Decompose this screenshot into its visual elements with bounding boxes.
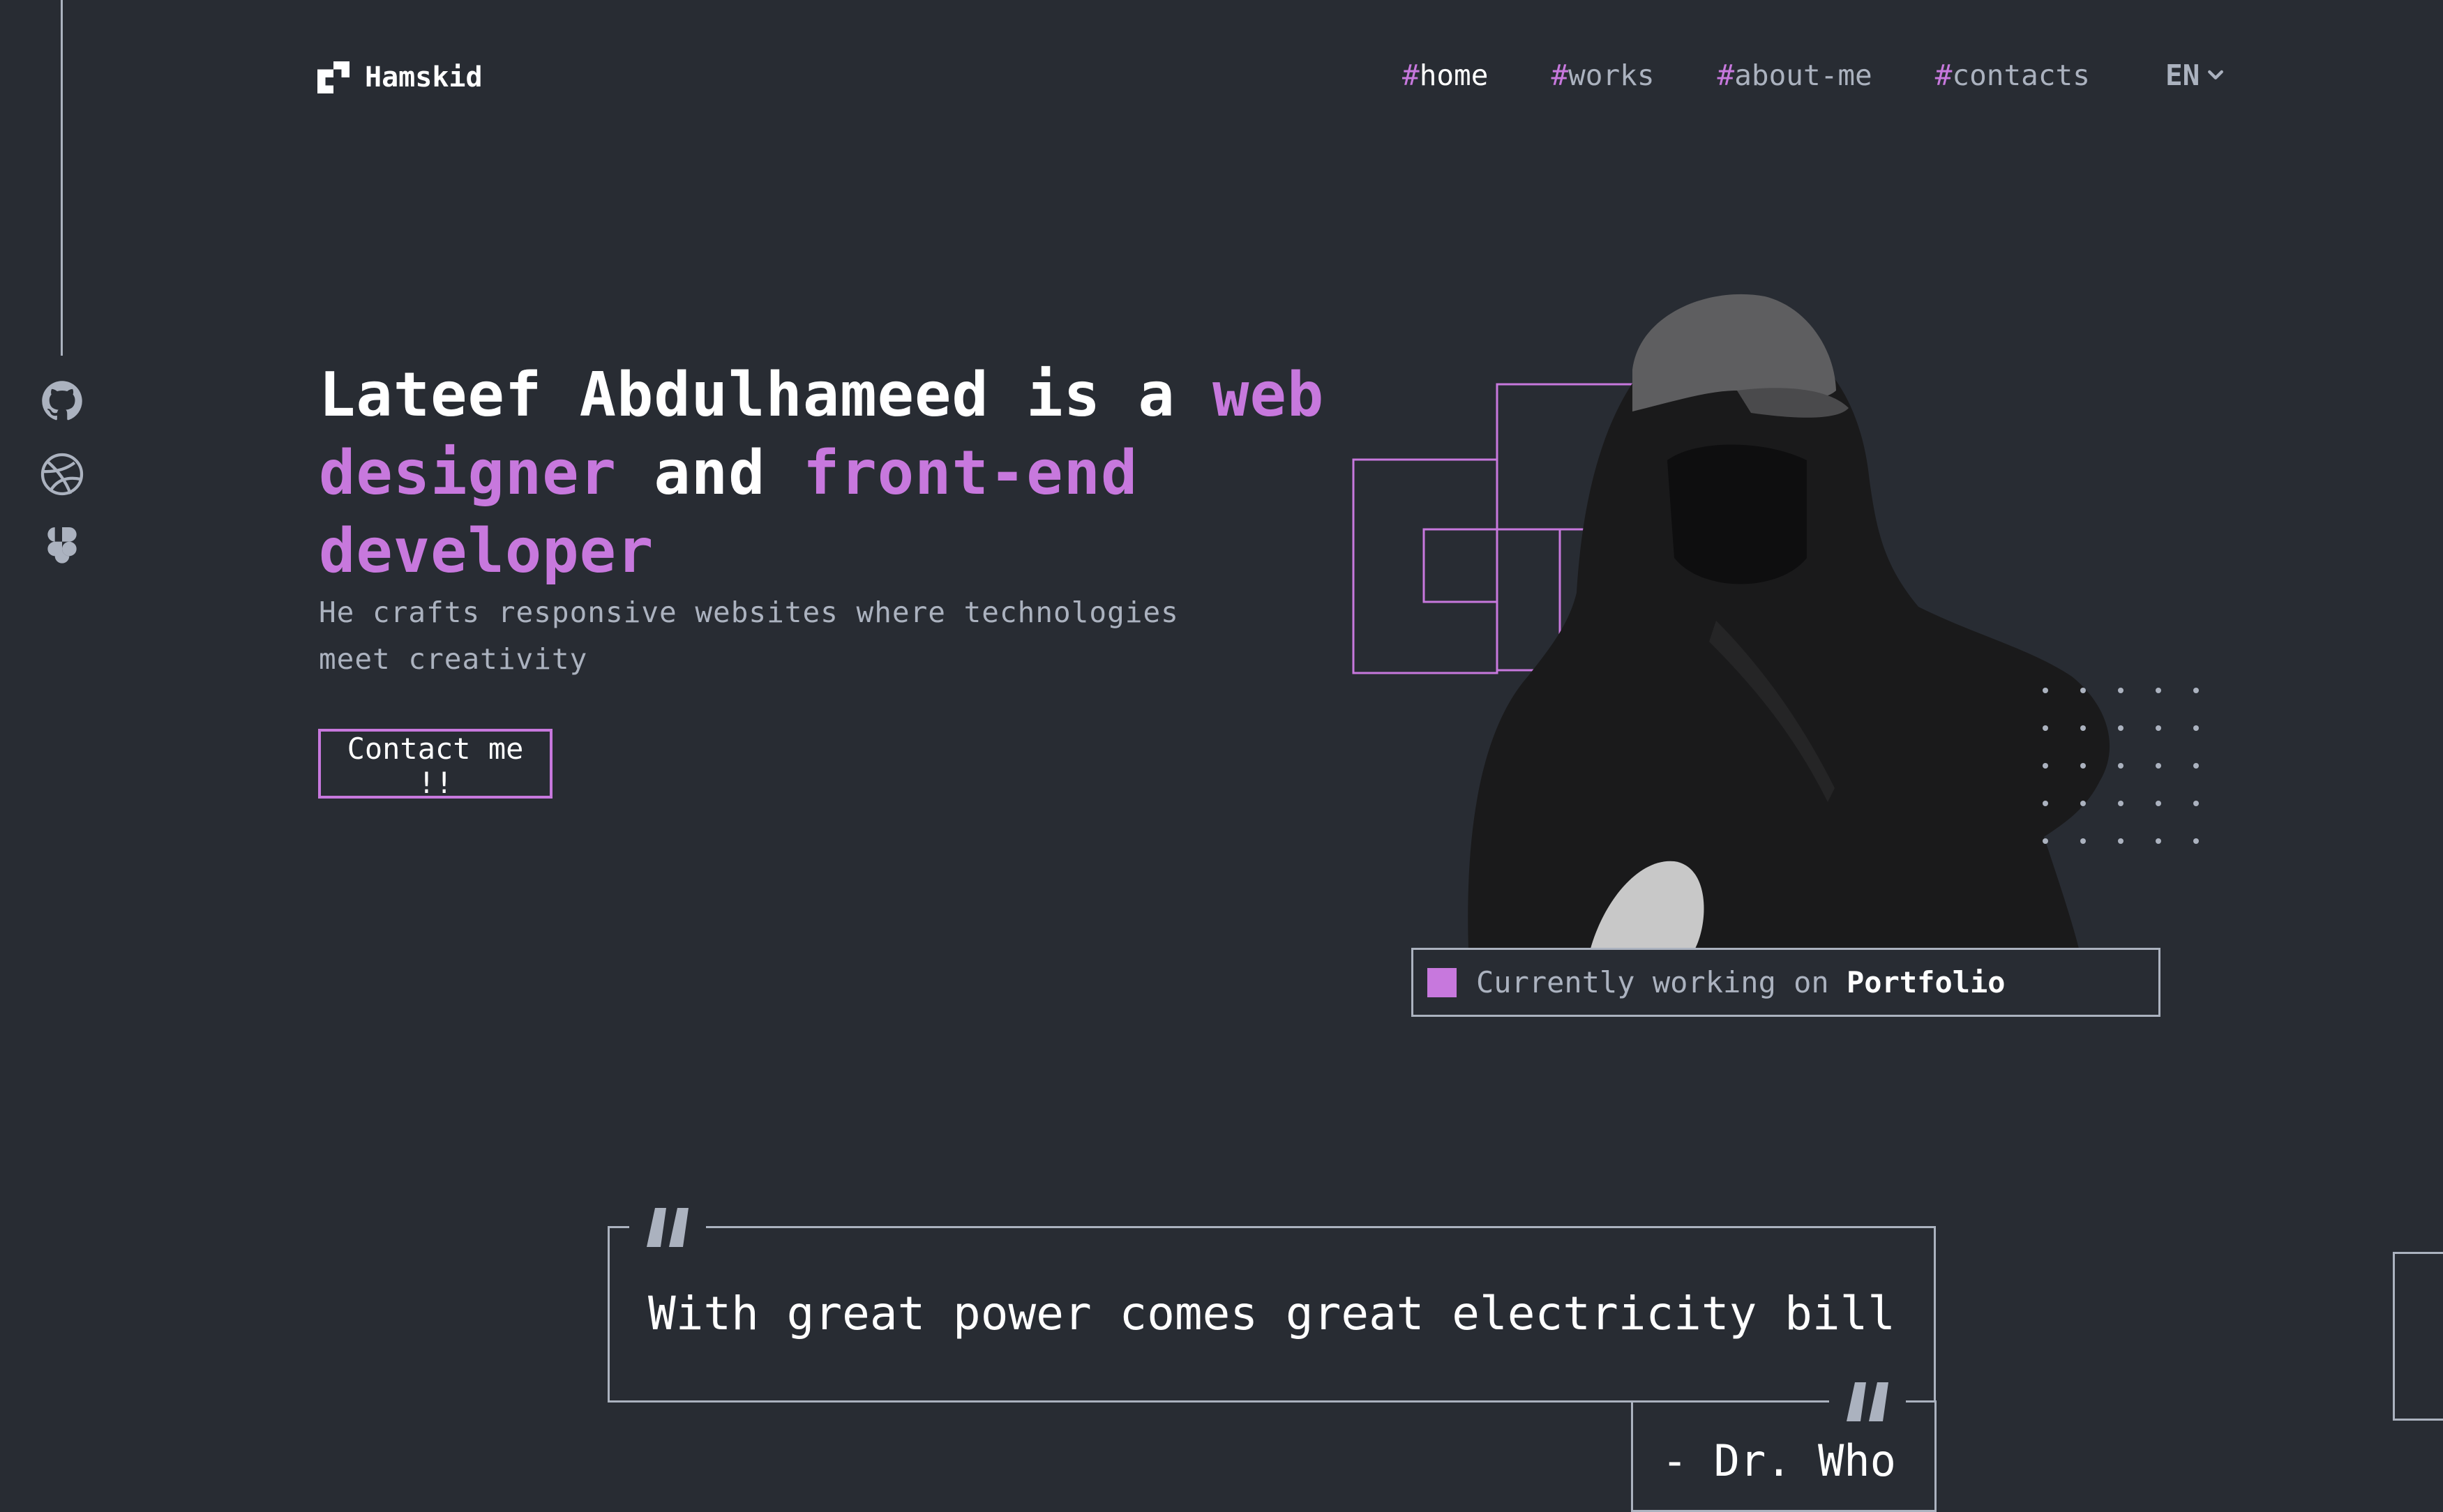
quote-author: - Dr. Who (1662, 1435, 1896, 1486)
dribbble-link[interactable] (38, 450, 87, 499)
github-link[interactable] (38, 377, 87, 425)
nav-contacts[interactable]: #contacts (1935, 59, 2090, 92)
quote-close-icon (1829, 1373, 1906, 1428)
contact-me-button[interactable]: Contact me !! (318, 729, 553, 800)
main-nav: #home #works #about-me #contacts (1402, 59, 2153, 92)
hero-subline: He crafts responsive websites where tech… (319, 596, 1179, 676)
chevron-down-icon (2208, 70, 2224, 80)
figma-icon (47, 527, 77, 564)
language-value: EN (2165, 59, 2200, 92)
status-square-icon (1427, 967, 1457, 997)
portrait-image (1468, 294, 2110, 948)
nav-works[interactable]: #works (1551, 59, 1654, 92)
logo-icon (317, 61, 349, 93)
nav-about-me[interactable]: #about-me (1717, 59, 1872, 92)
brand-logo[interactable]: Hamskid (317, 61, 483, 93)
language-select[interactable]: EN (2165, 59, 2226, 92)
github-icon (42, 381, 82, 421)
quote-open-icon (629, 1198, 706, 1254)
nav-home[interactable]: #home (1402, 59, 1488, 92)
hero-headline: Lateef Abdulhameed is a web designer and… (319, 359, 1325, 587)
current-project-status: Currently working on Portfolio (1411, 948, 2160, 1017)
media-rail-line (61, 0, 63, 356)
decorative-rectangle (2393, 1252, 2443, 1421)
brand-name: Hamskid (365, 61, 483, 93)
current-project-name: Portfolio (1847, 965, 2006, 999)
quote-text: With great power comes great electricity… (647, 1287, 1896, 1340)
hero-illustration (1352, 294, 2199, 948)
dribbble-icon (40, 453, 84, 496)
figma-link[interactable] (38, 524, 87, 573)
